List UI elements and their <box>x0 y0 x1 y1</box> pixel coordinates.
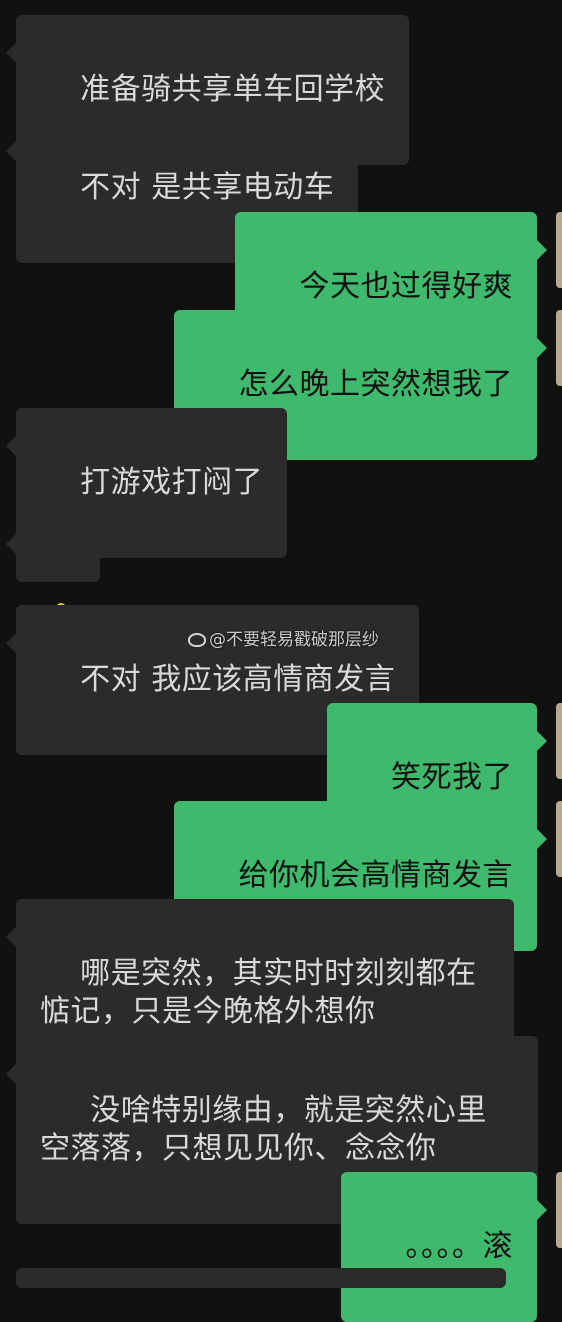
message-text: 准备骑共享单车回学校 <box>80 72 386 107</box>
chat-message-list[interactable]: 准备骑共享单车回学校 不对 是共享电动车 今天也过得好爽 怎么晚上突然想我了 打… <box>0 0 562 1322</box>
message-bubble-incoming-partial[interactable] <box>16 1268 506 1288</box>
message-bubble-outgoing[interactable]: 。。。。滚 <box>341 1172 547 1322</box>
avatar[interactable] <box>556 703 562 779</box>
watermark-text: @不要轻易戳破那层纱 <box>209 630 379 650</box>
watermark: @不要轻易戳破那层纱 <box>188 630 379 650</box>
weibo-icon <box>188 633 206 647</box>
message-text: 给你机会高情商发言 <box>238 858 513 893</box>
message-text: 怎么晚上突然想我了 <box>238 367 513 402</box>
message-text: 笑死我了 <box>391 760 513 795</box>
avatar[interactable] <box>556 801 562 877</box>
message-text: 不对 我应该高情商发言 <box>80 662 396 697</box>
message-text: 打游戏打闷了 <box>80 465 264 500</box>
message-bubble-incoming[interactable] <box>6 506 100 636</box>
message-text: 没啥特别缘由，就是突然心里空落落，只想见见你、念念你 <box>40 1093 487 1166</box>
message-text: 今天也过得好爽 <box>299 269 513 304</box>
avatar[interactable] <box>556 310 562 386</box>
avatar[interactable] <box>556 212 562 288</box>
message-text: 不对 是共享电动车 <box>80 170 335 205</box>
message-text: 哪是突然，其实时时刻刻都在惦记，只是今晚格外想你 <box>40 956 477 1029</box>
message-text: 。。。。滚 <box>405 1229 513 1264</box>
avatar[interactable] <box>556 1172 562 1248</box>
